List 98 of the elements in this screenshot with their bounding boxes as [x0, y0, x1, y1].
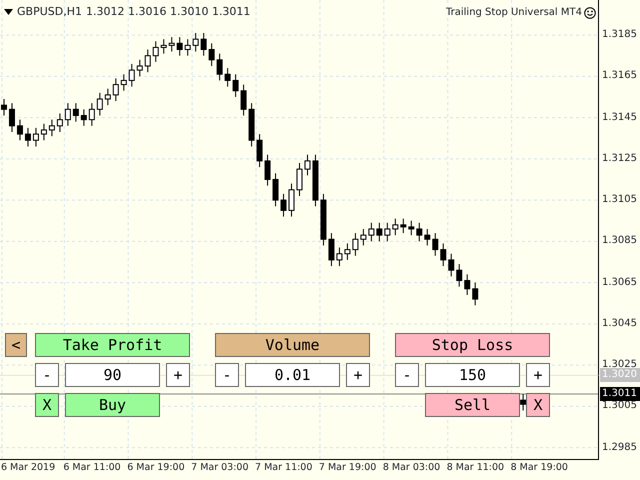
candlestick — [336, 247, 342, 267]
x-tick-label: 8 Mar 11:00 — [446, 461, 504, 475]
candlestick — [360, 228, 366, 246]
candlestick — [200, 32, 207, 56]
minus-button[interactable]: - — [395, 363, 419, 387]
value-field[interactable]: 90 — [65, 363, 160, 387]
candlestick — [96, 92, 103, 116]
dropdown-icon[interactable] — [4, 9, 13, 16]
candlestick — [0, 98, 7, 116]
y-tick-label: 1.3125 — [602, 152, 637, 166]
close-position-button[interactable]: X — [526, 393, 550, 417]
candlestick — [456, 264, 462, 288]
x-tick-label: 8 Mar 03:00 — [382, 461, 440, 475]
candlestick — [304, 154, 310, 176]
y-tick-label: 1.3065 — [602, 276, 637, 290]
price-readout: 1.3012 1.3016 1.3010 1.3011 — [86, 4, 250, 20]
value-field[interactable]: 150 — [425, 363, 520, 387]
plus-button[interactable]: + — [526, 363, 550, 387]
candlestick — [264, 154, 271, 186]
value-field[interactable]: 0.01 — [245, 363, 340, 387]
candlestick — [424, 228, 430, 246]
candlestick — [432, 232, 438, 256]
y-tick-label: 1.3045 — [602, 316, 637, 331]
minus-button[interactable]: - — [215, 363, 239, 387]
candlestick — [8, 102, 15, 133]
x-tick-label: 7 Mar 11:00 — [255, 461, 312, 475]
candlestick — [16, 119, 23, 141]
candlestick — [288, 183, 295, 218]
y-tick-label: 1.3085 — [602, 234, 637, 248]
y-tick-label: 1.3185 — [602, 28, 637, 42]
x-tick-label: 6 Mar 19:00 — [127, 461, 185, 475]
panel-title-button[interactable]: Take Profit — [35, 333, 190, 357]
candlestick — [464, 274, 470, 296]
smiley-icon — [584, 6, 596, 18]
plus-button[interactable]: + — [346, 363, 370, 387]
candlestick — [352, 232, 358, 256]
x-tick-label: 6 Mar 2019 — [0, 461, 56, 475]
candlestick — [296, 162, 302, 196]
minus-button[interactable]: - — [35, 363, 59, 387]
candlestick — [232, 74, 239, 98]
candlestick — [400, 218, 406, 234]
candlestick — [176, 36, 183, 56]
plus-button[interactable]: + — [166, 363, 190, 387]
candlestick — [240, 84, 247, 116]
candlestick — [32, 127, 39, 147]
x-tick-label: 7 Mar 19:00 — [318, 461, 376, 475]
candlestick — [80, 108, 87, 126]
x-tick-label: 7 Mar 03:00 — [191, 461, 249, 475]
candlestick — [520, 393, 526, 411]
y-tick-label: 1.3005 — [602, 399, 637, 414]
candlestick — [120, 74, 127, 92]
candlestick — [344, 242, 350, 260]
candlestick — [280, 193, 287, 218]
panel-title-button[interactable]: Stop Loss — [395, 333, 550, 357]
y-tick-label: 1.3145 — [602, 110, 637, 125]
candlestick — [24, 127, 31, 147]
y-tick-label: 1.2985 — [602, 440, 637, 455]
close-position-button[interactable]: X — [35, 393, 59, 417]
candlestick — [104, 88, 111, 106]
buy-button[interactable]: Buy — [65, 393, 160, 417]
price-marker-label: 1.3011 — [600, 386, 640, 401]
candlestick — [72, 102, 79, 122]
candlestick — [368, 222, 374, 242]
y-tick-label: 1.3105 — [602, 193, 637, 208]
x-tick-label: 8 Mar 19:00 — [510, 461, 568, 475]
candlestick — [56, 112, 63, 133]
candlestick — [48, 119, 55, 137]
candlestick — [408, 220, 414, 236]
candlestick — [192, 32, 199, 52]
candlestick — [472, 282, 478, 306]
candlestick — [256, 134, 263, 168]
y-tick-label: 1.3165 — [602, 69, 637, 84]
candlestick — [184, 38, 191, 56]
candlestick — [328, 232, 334, 267]
candlestick — [208, 42, 215, 67]
candlestick — [384, 222, 390, 242]
price-marker-label: 1.3020 — [600, 368, 640, 382]
candlestick — [128, 63, 135, 88]
candlestick — [40, 123, 47, 141]
candlestick — [224, 68, 231, 88]
expert-name: Trailing Stop Universal MT4 — [446, 6, 582, 20]
candlestick — [136, 59, 143, 77]
sell-button[interactable]: Sell — [425, 393, 520, 417]
candlestick — [216, 53, 223, 81]
y-tick-label: 1.3025 — [602, 358, 637, 370]
candlestick — [112, 78, 119, 102]
candlestick — [392, 218, 398, 236]
x-tick-label: 6 Mar 11:00 — [63, 461, 121, 475]
collapse-button[interactable]: < — [5, 333, 27, 357]
candlestick — [416, 222, 422, 242]
symbol-label: GBPUSD,H1 — [17, 4, 82, 20]
panel-title-button[interactable]: Volume — [215, 333, 370, 357]
candlestick — [168, 36, 175, 52]
candlestick — [272, 172, 279, 207]
candlestick — [88, 102, 95, 126]
candlestick — [376, 222, 382, 242]
candlestick — [64, 102, 71, 126]
candlestick — [160, 38, 167, 54]
